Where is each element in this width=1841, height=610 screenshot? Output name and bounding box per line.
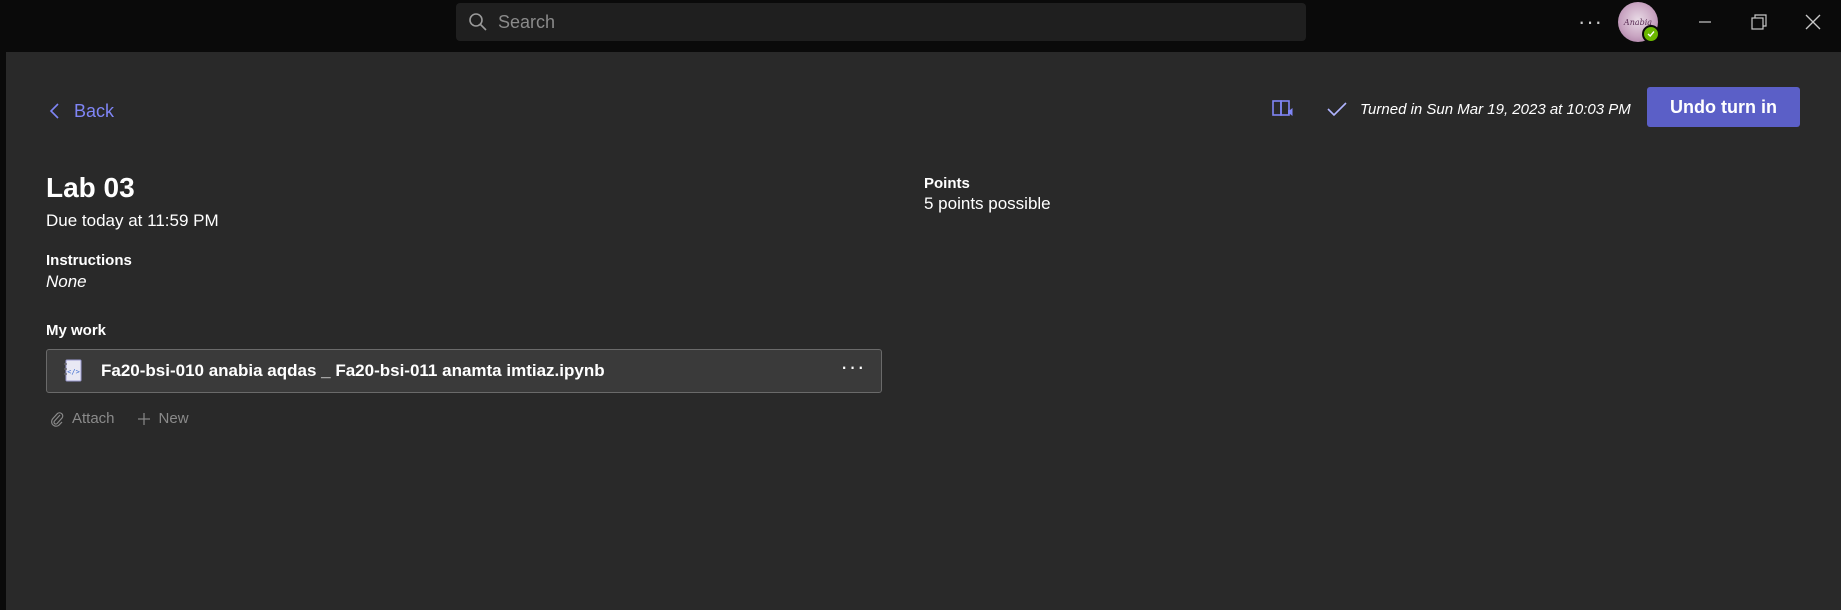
my-work-label: My work: [46, 322, 107, 339]
checkmark-icon: [1327, 102, 1347, 117]
notebook-file-icon: </>: [64, 359, 82, 382]
presence-available-icon: [1642, 25, 1660, 43]
undo-turn-in-button[interactable]: Undo turn in: [1647, 87, 1800, 127]
close-window-button[interactable]: [1790, 6, 1836, 38]
svg-text:</>: </>: [67, 368, 80, 376]
instructions-value: None: [46, 272, 87, 291]
chevron-left-icon: [49, 103, 59, 119]
new-label: New: [158, 410, 189, 427]
new-button[interactable]: New: [137, 410, 189, 427]
close-icon: [1805, 14, 1821, 30]
points-value: 5 points possible: [924, 194, 1051, 213]
minimize-button[interactable]: [1682, 6, 1728, 38]
turned-in-text: Turned in Sun Mar 19, 2023 at 10:03 PM: [1360, 100, 1631, 118]
file-name: Fa20-bsi-010 anabia aqdas _ Fa20-bsi-011…: [101, 361, 605, 380]
immersive-reader-button[interactable]: [1268, 94, 1298, 124]
more-options-button[interactable]: ···: [1578, 8, 1602, 36]
immersive-reader-icon: [1272, 100, 1293, 116]
instructions-label: Instructions: [46, 252, 132, 269]
back-label: Back: [74, 100, 115, 121]
title-bar: Search ··· Anabia: [0, 0, 1841, 52]
due-date: Due today at 11:59 PM: [46, 211, 219, 230]
restore-icon: [1751, 14, 1767, 30]
search-icon: [469, 13, 487, 31]
search-input[interactable]: Search: [456, 3, 1306, 41]
assignment-panel: Back Turned in Sun Mar 19, 2023 at 10:03…: [6, 52, 1841, 610]
avatar[interactable]: Anabia: [1618, 2, 1660, 43]
turned-in-status: Turned in Sun Mar 19, 2023 at 10:03 PM: [1326, 96, 1631, 122]
back-button[interactable]: Back: [48, 98, 114, 124]
file-attachment[interactable]: </> Fa20-bsi-010 anabia aqdas _ Fa20-bsi…: [46, 349, 882, 393]
points-label: Points: [924, 175, 970, 192]
minimize-icon: [1699, 21, 1711, 23]
paperclip-icon: [51, 411, 64, 427]
search-placeholder: Search: [498, 11, 556, 32]
plus-icon: [137, 412, 150, 425]
file-more-options-button[interactable]: ···: [839, 356, 867, 384]
restore-button[interactable]: [1736, 6, 1782, 38]
attach-button[interactable]: Attach: [50, 410, 115, 427]
assignment-title: Lab 03: [46, 172, 135, 203]
work-actions: Attach New: [50, 410, 211, 427]
attach-label: Attach: [72, 410, 115, 427]
